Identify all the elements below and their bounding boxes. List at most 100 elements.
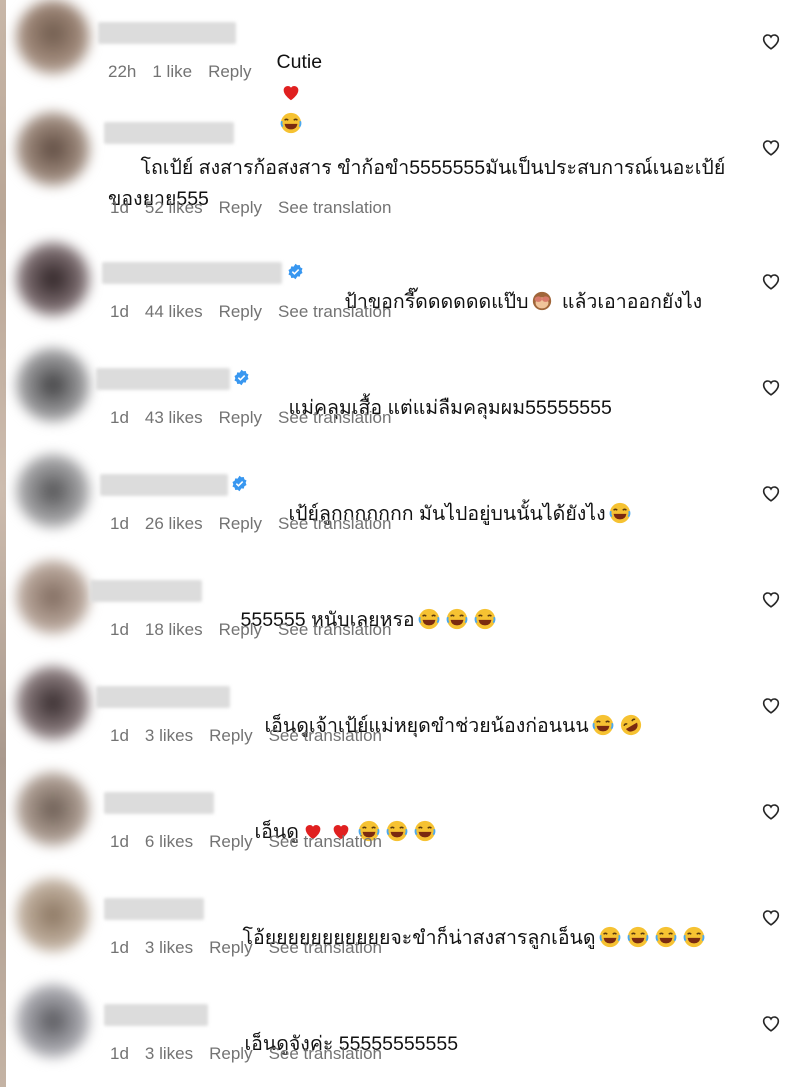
likes-count[interactable]: 43 likes bbox=[145, 408, 203, 427]
comment-meta: 1d 3 likes Reply See translation bbox=[110, 1044, 398, 1064]
username-blurred[interactable] bbox=[104, 792, 214, 814]
joy-emoji-icon bbox=[609, 502, 631, 524]
comment-meta: 1d 18 likes Reply See translation bbox=[110, 620, 407, 640]
comment-meta: 1d 44 likes Reply See translation bbox=[110, 302, 407, 322]
likes-count[interactable]: 3 likes bbox=[145, 938, 193, 957]
avatar[interactable] bbox=[16, 348, 90, 422]
likes-count[interactable]: 3 likes bbox=[145, 726, 193, 745]
likes-count[interactable]: 18 likes bbox=[145, 620, 203, 639]
joy-emoji-icon bbox=[474, 608, 496, 630]
comment-time: 1d bbox=[110, 620, 129, 639]
avatar[interactable] bbox=[16, 242, 90, 316]
comment-meta: 1d 52 likes Reply See translation bbox=[110, 198, 407, 218]
username-blurred[interactable] bbox=[90, 580, 202, 602]
comment-item: เป้ย์ลูกกกกกกก มันไปอยู่บนนั้นได้ยังไง 1… bbox=[0, 452, 800, 558]
avatar[interactable] bbox=[16, 560, 90, 634]
likes-count[interactable]: 44 likes bbox=[145, 302, 203, 321]
comment-item: แม่คลุมเสื้อ แต่แม่ลืมคลุมผม55555555 1d 4… bbox=[0, 346, 800, 452]
joy-emoji-icon bbox=[655, 926, 676, 948]
verified-badge-icon bbox=[288, 263, 303, 280]
heart-outline-icon[interactable] bbox=[760, 694, 782, 716]
comment-meta: 1d 26 likes Reply See translation bbox=[110, 514, 407, 534]
see-translation-button[interactable]: See translation bbox=[278, 408, 391, 427]
comment-meta: 1d 6 likes Reply See translation bbox=[110, 832, 398, 852]
comment-item: โถเป้ย์ สงสารก้อสงสาร ขำก้อขำ5555555มันเ… bbox=[0, 106, 800, 217]
red-heart-icon bbox=[283, 86, 298, 101]
username-blurred[interactable] bbox=[96, 686, 230, 708]
heart-outline-icon[interactable] bbox=[760, 800, 782, 822]
joy-emoji-icon bbox=[418, 608, 440, 630]
comment-time: 1d bbox=[110, 514, 129, 533]
comment-time: 1d bbox=[110, 408, 129, 427]
comment-time: 1d bbox=[110, 938, 129, 957]
comment-time: 1d bbox=[110, 726, 129, 745]
comment-item: เอ็นดู 1d 6 likes Reply See translation bbox=[0, 770, 800, 876]
avatar[interactable] bbox=[16, 984, 90, 1058]
avatar[interactable] bbox=[16, 112, 90, 186]
username-blurred[interactable] bbox=[104, 1004, 208, 1026]
comment-meta: 22h 1 like Reply bbox=[108, 62, 268, 82]
see-translation-button[interactable]: See translation bbox=[278, 514, 391, 533]
see-translation-button[interactable]: See translation bbox=[269, 726, 382, 745]
comment-time: 1d bbox=[110, 1044, 129, 1063]
heart-outline-icon[interactable] bbox=[760, 482, 782, 504]
heart-outline-icon[interactable] bbox=[760, 270, 782, 292]
joy-emoji-icon bbox=[599, 926, 620, 948]
heart-outline-icon[interactable] bbox=[760, 1012, 782, 1034]
joy-emoji-icon bbox=[683, 926, 704, 948]
heart-outline-icon[interactable] bbox=[760, 906, 782, 928]
heart-outline-icon[interactable] bbox=[760, 376, 782, 398]
avatar[interactable] bbox=[16, 454, 90, 528]
heart-outline-icon[interactable] bbox=[760, 30, 782, 52]
avatar[interactable] bbox=[16, 772, 90, 846]
heart-outline-icon[interactable] bbox=[760, 136, 782, 158]
reply-button[interactable]: Reply bbox=[208, 62, 251, 81]
avatar[interactable] bbox=[16, 0, 90, 74]
username-blurred[interactable] bbox=[100, 474, 228, 496]
username-blurred[interactable] bbox=[98, 22, 236, 44]
comment-time: 1d bbox=[110, 302, 129, 321]
comment-body: Cutie bbox=[276, 51, 323, 73]
avatar[interactable] bbox=[16, 666, 90, 740]
see-translation-button[interactable]: See translation bbox=[269, 938, 382, 957]
reply-button[interactable]: Reply bbox=[209, 726, 252, 745]
likes-count[interactable]: 3 likes bbox=[145, 1044, 193, 1063]
reply-button[interactable]: Reply bbox=[219, 408, 262, 427]
reply-button[interactable]: Reply bbox=[219, 302, 262, 321]
comment-time: 22h bbox=[108, 62, 137, 81]
likes-count[interactable]: 1 like bbox=[152, 62, 192, 81]
comment-meta: 1d 3 likes Reply See translation bbox=[110, 726, 398, 746]
likes-count[interactable]: 52 likes bbox=[145, 198, 203, 217]
comment-meta: 1d 43 likes Reply See translation bbox=[110, 408, 407, 428]
heart-outline-icon[interactable] bbox=[760, 588, 782, 610]
see-translation-button[interactable]: See translation bbox=[269, 1044, 382, 1063]
verified-badge-icon bbox=[232, 475, 247, 492]
avatar[interactable] bbox=[16, 878, 90, 952]
likes-count[interactable]: 6 likes bbox=[145, 832, 193, 851]
username-blurred[interactable] bbox=[102, 262, 282, 284]
username-blurred[interactable] bbox=[96, 368, 230, 390]
reply-button[interactable]: Reply bbox=[219, 620, 262, 639]
comment-item: ป้าขอกรี๊ดดดดดดแป๊บ แล้วเอาออกยังไง 1d 44… bbox=[0, 240, 800, 346]
joy-emoji-icon bbox=[627, 926, 648, 948]
reply-button[interactable]: Reply bbox=[219, 198, 262, 217]
verified-badge-icon bbox=[234, 369, 249, 386]
reply-button[interactable]: Reply bbox=[209, 832, 252, 851]
see-translation-button[interactable]: See translation bbox=[269, 832, 382, 851]
comment-item: Cutie 22h 1 like Reply bbox=[0, 0, 800, 134]
reply-button[interactable]: Reply bbox=[219, 514, 262, 533]
username-blurred[interactable] bbox=[104, 898, 204, 920]
comment-time: 1d bbox=[110, 832, 129, 851]
joy-emoji-icon bbox=[592, 714, 614, 736]
see-translation-button[interactable]: See translation bbox=[278, 620, 391, 639]
joy-emoji-icon bbox=[414, 820, 436, 842]
rofl-emoji-icon bbox=[620, 714, 641, 736]
comment-text: โถเป้ย์ สงสารก้อสงสาร ขำก้อขำ5555555มันเ… bbox=[108, 122, 738, 246]
reply-button[interactable]: Reply bbox=[209, 938, 252, 957]
see-translation-button[interactable]: See translation bbox=[278, 302, 391, 321]
likes-count[interactable]: 26 likes bbox=[145, 514, 203, 533]
see-translation-button[interactable]: See translation bbox=[278, 198, 391, 217]
comment-item: เอ็นดูจังค่ะ 55555555555 1d 3 likes Reply S… bbox=[0, 982, 800, 1088]
joy-emoji-icon bbox=[446, 608, 468, 630]
reply-button[interactable]: Reply bbox=[209, 1044, 252, 1063]
